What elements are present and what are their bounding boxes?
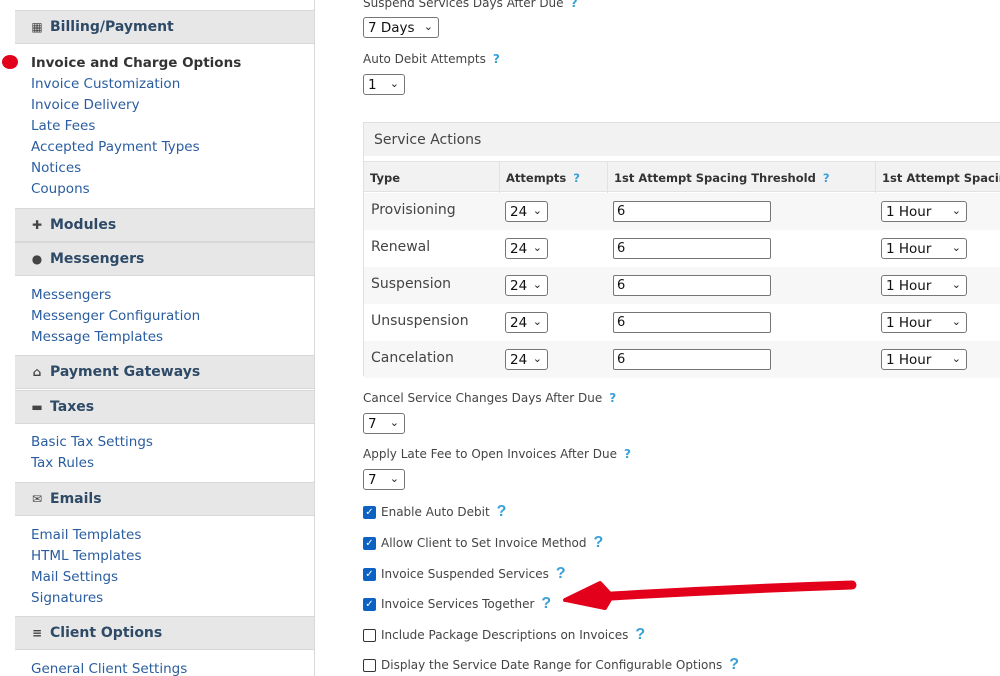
annotation-arrow-icon (563, 580, 857, 610)
